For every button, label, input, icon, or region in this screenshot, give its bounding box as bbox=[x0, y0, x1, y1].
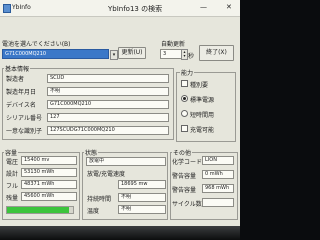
auto-update-unit: 秒 bbox=[188, 53, 195, 60]
warning-capacity-label-2: 警告容量 bbox=[172, 187, 197, 194]
remaining-capacity-field: 45600 mWh bbox=[21, 192, 77, 201]
capacity-level-bar bbox=[6, 206, 74, 214]
temperature-field: 不明 bbox=[118, 205, 166, 214]
device-name-label: デバイス名 bbox=[6, 102, 36, 109]
warning-capacity-field-1: 0 mWh bbox=[202, 170, 234, 179]
window-app-label: YbInfo bbox=[12, 4, 31, 11]
capability-label-2: 標準電源 bbox=[190, 97, 215, 104]
auto-update-label: 自動更新 bbox=[161, 41, 186, 48]
voltage-label: 電圧 bbox=[6, 159, 19, 166]
radio-selected-dot bbox=[183, 97, 186, 100]
capability-label-1: 種別要 bbox=[190, 82, 209, 89]
capability-radio-short[interactable] bbox=[181, 110, 188, 117]
screen-bezel bbox=[0, 226, 240, 240]
full-capacity-label: フル bbox=[6, 183, 19, 190]
manufacture-date-field: 不明 bbox=[47, 87, 169, 96]
cycle-count-field bbox=[202, 198, 234, 207]
chevron-down-icon[interactable]: ▾ bbox=[110, 50, 118, 60]
capacity-title: 容量 bbox=[4, 148, 19, 157]
capacity-level-fill bbox=[7, 207, 70, 213]
close-icon[interactable]: ✕ bbox=[226, 3, 232, 11]
temperature-label: 温度 bbox=[87, 208, 100, 215]
warning-capacity-field-2: 968 mWh bbox=[202, 184, 234, 193]
capability-check-charge[interactable] bbox=[181, 125, 188, 132]
minimize-icon[interactable]: — bbox=[200, 3, 207, 11]
serial-number-field: 127 bbox=[47, 113, 169, 122]
auto-update-interval-input[interactable]: 3 bbox=[160, 49, 182, 59]
chemistry-field: LION bbox=[202, 156, 234, 165]
unique-id-field: 127SCUDG71C000MQ210 bbox=[47, 126, 169, 135]
manufacture-date-label: 製造年月日 bbox=[6, 89, 37, 96]
capability-check-1[interactable] bbox=[181, 80, 188, 87]
full-capacity-field: 48371 mWh bbox=[21, 180, 77, 189]
title-bar: YbInfo YbInfo13 の検索 — ✕ bbox=[0, 0, 240, 17]
unique-id-label: 一意な識別子 bbox=[6, 128, 43, 135]
device-name-field: G71C000MQ210 bbox=[47, 100, 169, 109]
capability-label-4: 充電可能 bbox=[190, 127, 215, 134]
charge-state-field: 放電中 bbox=[86, 157, 166, 166]
remaining-time-field: 不明 bbox=[118, 193, 166, 202]
battery-dropdown[interactable]: G71C000MQ210 bbox=[2, 49, 109, 59]
serial-number-label: シリアル番号 bbox=[6, 115, 42, 122]
update-button[interactable]: 更新(U) bbox=[118, 47, 146, 59]
cycle-count-label: サイクル数 bbox=[172, 201, 202, 208]
app-window: YbInfo YbInfo13 の検索 — ✕ 電池を選んでください(B) G7… bbox=[0, 0, 240, 240]
chemistry-label: 化学コード bbox=[172, 159, 203, 166]
design-capacity-field: 53130 mWh bbox=[21, 168, 77, 177]
battery-dropdown-value: G71C000MQ210 bbox=[5, 51, 47, 57]
charge-rate-label: 放電/充電速度 bbox=[87, 171, 126, 178]
charge-rate-field: 18695 mw bbox=[118, 180, 166, 189]
design-capacity-label: 設計 bbox=[6, 171, 19, 178]
window-title: YbInfo13 の検索 bbox=[108, 5, 163, 13]
remaining-time-label: 持続時間 bbox=[87, 196, 112, 203]
battery-select-label: 電池を選んでください(B) bbox=[2, 41, 71, 48]
capability-radio-standard[interactable] bbox=[181, 95, 188, 102]
exit-button[interactable]: 終了(X) bbox=[199, 45, 234, 61]
capability-title: 能力 bbox=[180, 68, 195, 77]
remaining-capacity-label: 残量 bbox=[6, 195, 19, 202]
status-title: 状態 bbox=[84, 148, 99, 157]
app-icon bbox=[3, 4, 11, 13]
manufacturer-field: SCUD bbox=[47, 74, 169, 83]
other-title: その他 bbox=[172, 148, 193, 157]
capability-label-3: 短時間用 bbox=[190, 112, 215, 119]
voltage-field: 15400 mv bbox=[21, 156, 77, 165]
basic-info-title: 基本情報 bbox=[4, 64, 31, 73]
warning-capacity-label-1: 警告容量 bbox=[172, 173, 197, 180]
manufacturer-label: 製造者 bbox=[6, 76, 25, 83]
spin-stepper[interactable]: ▴ ▾ bbox=[181, 49, 188, 60]
